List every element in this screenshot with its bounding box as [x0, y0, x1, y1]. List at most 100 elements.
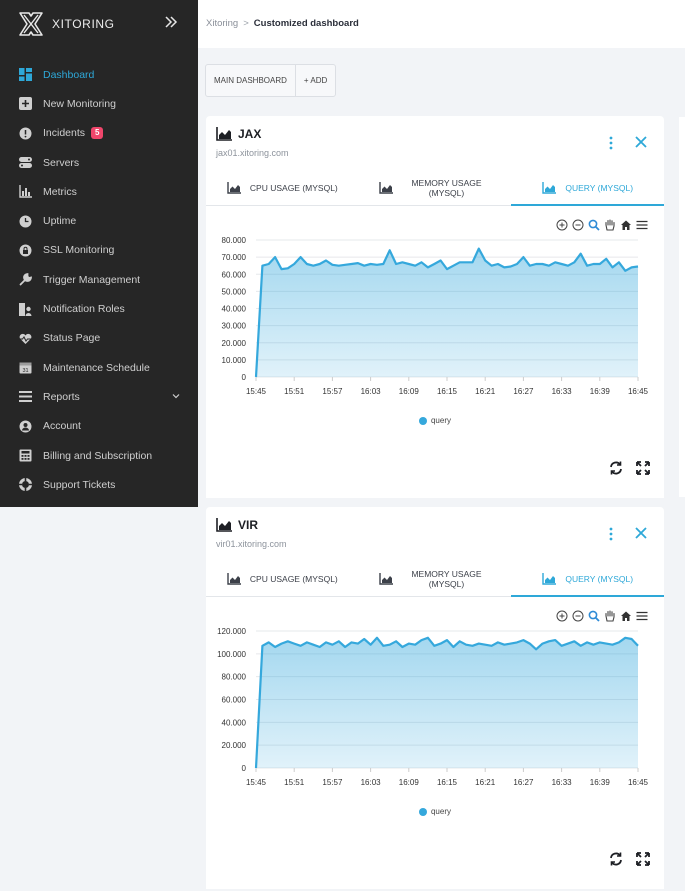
- sidebar-item-dashboard[interactable]: Dashboard: [0, 60, 198, 89]
- fullscreen-icon[interactable]: [636, 852, 650, 866]
- more-options-icon[interactable]: [608, 527, 614, 541]
- y-tick-label: 30.000: [222, 322, 247, 331]
- x-tick-label: 15:57: [322, 387, 343, 396]
- breadcrumb: Xitoring > Customized dashboard: [206, 18, 359, 29]
- y-tick-label: 40.000: [222, 305, 247, 314]
- refresh-icon[interactable]: [609, 852, 623, 866]
- sidebar-item-reports[interactable]: Reports: [0, 382, 198, 411]
- clock-icon: [18, 214, 32, 228]
- y-tick-label: 10.000: [222, 356, 247, 365]
- y-tick-label: 0: [242, 373, 247, 382]
- tab-cpu-usage[interactable]: CPU USAGE (MYSQL): [206, 171, 359, 205]
- sidebar-item-incidents[interactable]: Incidents 5: [0, 119, 198, 148]
- x-tick-label: 15:45: [246, 778, 267, 787]
- tab-query[interactable]: QUERY (MYSQL): [511, 562, 664, 597]
- close-icon[interactable]: [634, 135, 648, 149]
- x-tick-label: 16:09: [399, 387, 420, 396]
- sidebar-item-label: New Monitoring: [43, 97, 116, 110]
- sidebar-item-notification-roles[interactable]: Notification Roles: [0, 294, 198, 323]
- sidebar-item-label: Maintenance Schedule: [43, 361, 150, 374]
- close-icon[interactable]: [634, 526, 648, 540]
- y-tick-label: 20.000: [222, 741, 247, 750]
- sidebar-item-support-tickets[interactable]: Support Tickets: [0, 470, 198, 499]
- chart-legend[interactable]: query: [206, 416, 664, 425]
- sidebar-item-label: Trigger Management: [43, 273, 141, 286]
- refresh-icon[interactable]: [609, 461, 623, 475]
- x-tick-label: 16:45: [628, 387, 649, 396]
- sidebar-item-maintenance-schedule[interactable]: 31 Maintenance Schedule: [0, 353, 198, 382]
- card-title: JAX: [216, 127, 261, 141]
- sidebar-nav: Dashboard New Monitoring Incidents 5 Ser…: [0, 60, 198, 499]
- tab-label: QUERY (MYSQL): [565, 183, 634, 193]
- sidebar-item-uptime[interactable]: Uptime: [0, 206, 198, 235]
- list-icon: [18, 390, 32, 404]
- add-widget-button[interactable]: + ADD: [294, 65, 335, 96]
- area-chart-icon: [227, 573, 241, 585]
- x-tick-label: 16:39: [590, 778, 611, 787]
- sidebar-item-account[interactable]: Account: [0, 412, 198, 441]
- fullscreen-icon[interactable]: [636, 461, 650, 475]
- lifebuoy-icon: [18, 478, 32, 492]
- card-hostname: vir01.xitoring.com: [216, 539, 287, 549]
- area-chart-icon: [542, 182, 557, 194]
- more-options-icon[interactable]: [608, 136, 614, 150]
- sidebar: XITORING Dashboard New Monitoring Incide…: [0, 0, 198, 507]
- sidebar-item-billing[interactable]: Billing and Subscription: [0, 441, 198, 470]
- x-tick-label: 15:51: [284, 387, 305, 396]
- sidebar-item-servers[interactable]: Servers: [0, 148, 198, 177]
- card-header: JAX jax01.xitoring.com: [206, 116, 664, 168]
- metric-tabs: CPU USAGE (MYSQL) MEMORY USAGE (MYSQL) Q…: [206, 171, 664, 206]
- y-tick-label: 100.000: [217, 650, 246, 659]
- tab-memory-usage[interactable]: MEMORY USAGE (MYSQL): [359, 562, 512, 596]
- y-tick-label: 0: [242, 764, 247, 773]
- query-area-chart: 0 10.000 20.000 30.000 40.000 50.000 60.000 70.…: [222, 236, 649, 396]
- tab-cpu-usage[interactable]: CPU USAGE (MYSQL): [206, 562, 359, 596]
- sidebar-item-label: Uptime: [43, 215, 77, 228]
- sidebar-item-metrics[interactable]: Metrics: [0, 177, 198, 206]
- incidents-count-badge: 5: [91, 127, 104, 140]
- x-tick-label: 16:15: [437, 778, 458, 787]
- tab-label: MEMORY USAGE (MYSQL): [411, 569, 482, 589]
- sidebar-item-label: Metrics: [43, 185, 77, 198]
- legend-marker: [418, 807, 427, 816]
- collapse-sidebar-icon[interactable]: [164, 14, 178, 30]
- brand-name: XITORING: [52, 17, 115, 31]
- sidebar-item-label: Support Tickets: [43, 478, 116, 491]
- y-tick-label: 120.000: [217, 627, 246, 636]
- chart-legend[interactable]: query: [206, 807, 664, 816]
- sidebar-item-ssl-monitoring[interactable]: SSL Monitoring: [0, 236, 198, 265]
- alert-icon: [18, 126, 32, 140]
- y-tick-label: 40.000: [222, 718, 247, 727]
- xitoring-logo-icon: [19, 12, 43, 36]
- tab-label: CPU USAGE (MYSQL): [249, 183, 338, 193]
- area-chart-icon: [216, 518, 232, 532]
- x-tick-label: 16:39: [590, 387, 611, 396]
- sidebar-item-label: Servers: [43, 156, 80, 169]
- dashboard-icon: [18, 68, 32, 82]
- server-icon: [18, 156, 32, 170]
- chart-container: 0 10.000 20.000 30.000 40.000 50.000 60.000 70.…: [206, 208, 664, 498]
- brand[interactable]: XITORING: [18, 11, 115, 37]
- area-chart-icon: [378, 182, 393, 194]
- legend-label: query: [430, 807, 451, 816]
- tab-memory-usage[interactable]: MEMORY USAGE (MYSQL): [359, 171, 512, 205]
- widget-card-vir: VIR vir01.xitoring.com CPU USAGE (MYSQL)…: [206, 507, 664, 889]
- main-dashboard-button[interactable]: MAIN DASHBOARD: [206, 65, 295, 96]
- chevron-down-icon: [172, 394, 180, 399]
- x-tick-label: 15:51: [284, 778, 305, 787]
- dashboard-button-group: MAIN DASHBOARD + ADD: [205, 64, 337, 97]
- tab-query[interactable]: QUERY (MYSQL): [511, 171, 664, 206]
- card-header: VIR vir01.xitoring.com: [206, 507, 664, 559]
- metric-tabs: CPU USAGE (MYSQL) MEMORY USAGE (MYSQL) Q…: [206, 562, 664, 597]
- sidebar-item-new-monitoring[interactable]: New Monitoring: [0, 89, 198, 118]
- sidebar-item-status-page[interactable]: Status Page: [0, 324, 198, 353]
- sidebar-item-trigger-management[interactable]: Trigger Management: [0, 265, 198, 294]
- sidebar-item-label: Account: [43, 420, 81, 433]
- x-tick-label: 16:03: [361, 387, 382, 396]
- x-tick-label: 16:03: [361, 778, 382, 787]
- y-tick-label: 80.000: [222, 673, 247, 682]
- series-area-query: [256, 637, 638, 768]
- card-title-text: VIR: [238, 518, 259, 532]
- card-title: VIR: [216, 518, 258, 532]
- breadcrumb-root-link[interactable]: Xitoring: [206, 18, 238, 29]
